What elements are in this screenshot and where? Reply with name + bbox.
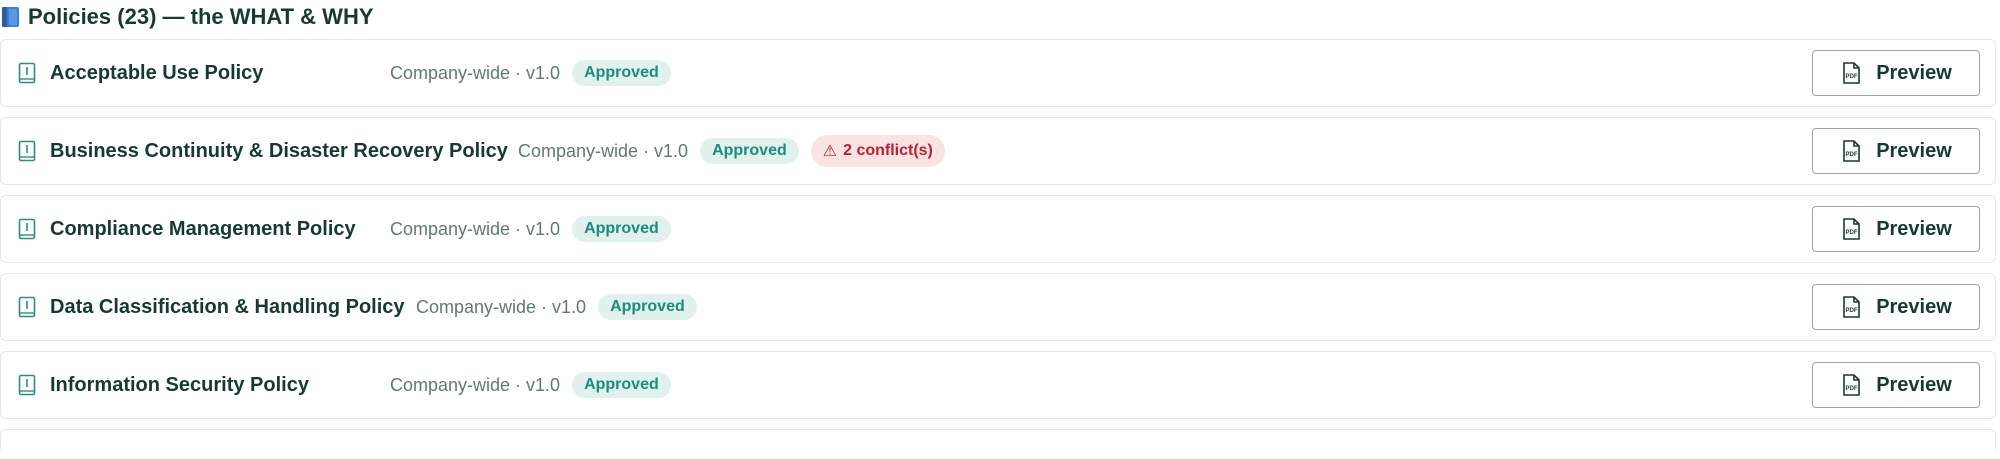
pdf-file-icon: PDF [1843, 218, 1860, 240]
pdf-file-icon: PDF [1843, 140, 1860, 162]
policy-book-icon [18, 62, 36, 84]
policy-meta-group: Company-wide · v1.0 Approved [390, 60, 671, 86]
preview-label: Preview [1876, 373, 1952, 396]
pdf-file-icon: PDF [1843, 62, 1860, 84]
policy-meta: Company-wide · v1.0 [416, 296, 587, 317]
section-title: Policies (23) — the WHAT & WHY [28, 4, 374, 29]
preview-button[interactable]: PDF Preview [1812, 50, 1980, 96]
policy-title[interactable]: Data Classification & Handling Policy [50, 296, 405, 319]
svg-text:PDF: PDF [1846, 74, 1858, 80]
status-badge: Approved [598, 294, 697, 320]
policy-row: Information Security Policy Company-wide… [0, 351, 1996, 419]
policy-book-icon [18, 374, 36, 396]
status-badge: Approved [572, 216, 671, 242]
conflict-badge[interactable]: ⚠ 2 conflict(s) [810, 135, 945, 167]
conflict-count: 2 conflict(s) [843, 142, 933, 159]
policy-title[interactable]: Information Security Policy [50, 374, 309, 397]
book-icon [2, 7, 19, 27]
preview-button[interactable]: PDF Preview [1812, 206, 1980, 252]
svg-text:PDF: PDF [1846, 308, 1858, 314]
policy-meta-group: Company-wide · v1.0 Approved ⚠ 2 conflic… [518, 135, 945, 167]
policy-meta-group: Company-wide · v1.0 Approved [390, 372, 671, 398]
policy-meta-group: Company-wide · v1.0 Approved [390, 216, 671, 242]
pdf-file-icon: PDF [1843, 296, 1860, 318]
policy-row: Acceptable Use Policy Company-wide · v1.… [0, 39, 1996, 107]
preview-label: Preview [1876, 217, 1952, 240]
preview-button[interactable]: PDF Preview [1812, 284, 1980, 330]
policy-title[interactable]: Business Continuity & Disaster Recovery … [50, 140, 508, 163]
section-header: Policies (23) — the WHAT & WHY [0, 2, 374, 32]
policy-row-partial [0, 429, 1996, 449]
policy-row: Data Classification & Handling Policy Co… [0, 273, 1996, 341]
policy-book-icon [18, 218, 36, 240]
policy-row: Compliance Management Policy Company-wid… [0, 195, 1996, 263]
policy-title[interactable]: Compliance Management Policy [50, 218, 356, 241]
warning-icon: ⚠ [822, 143, 838, 160]
policy-book-icon [18, 296, 36, 318]
policy-meta: Company-wide · v1.0 [518, 140, 689, 161]
status-badge: Approved [572, 60, 671, 86]
policy-meta: Company-wide · v1.0 [390, 218, 561, 239]
policy-title[interactable]: Acceptable Use Policy [50, 62, 263, 85]
svg-text:PDF: PDF [1846, 152, 1858, 158]
policy-list: Acceptable Use Policy Company-wide · v1.… [0, 39, 1996, 459]
policy-meta: Company-wide · v1.0 [390, 374, 561, 395]
status-badge: Approved [700, 138, 799, 164]
policy-row: Business Continuity & Disaster Recovery … [0, 117, 1996, 185]
svg-text:PDF: PDF [1846, 386, 1858, 392]
svg-text:PDF: PDF [1846, 230, 1858, 236]
preview-label: Preview [1876, 295, 1952, 318]
policy-book-icon [18, 140, 36, 162]
status-badge: Approved [572, 372, 671, 398]
preview-label: Preview [1876, 61, 1952, 84]
pdf-file-icon: PDF [1843, 374, 1860, 396]
preview-button[interactable]: PDF Preview [1812, 362, 1980, 408]
policy-meta: Company-wide · v1.0 [390, 62, 561, 83]
preview-label: Preview [1876, 139, 1952, 162]
policy-meta-group: Company-wide · v1.0 Approved [416, 294, 697, 320]
preview-button[interactable]: PDF Preview [1812, 128, 1980, 174]
